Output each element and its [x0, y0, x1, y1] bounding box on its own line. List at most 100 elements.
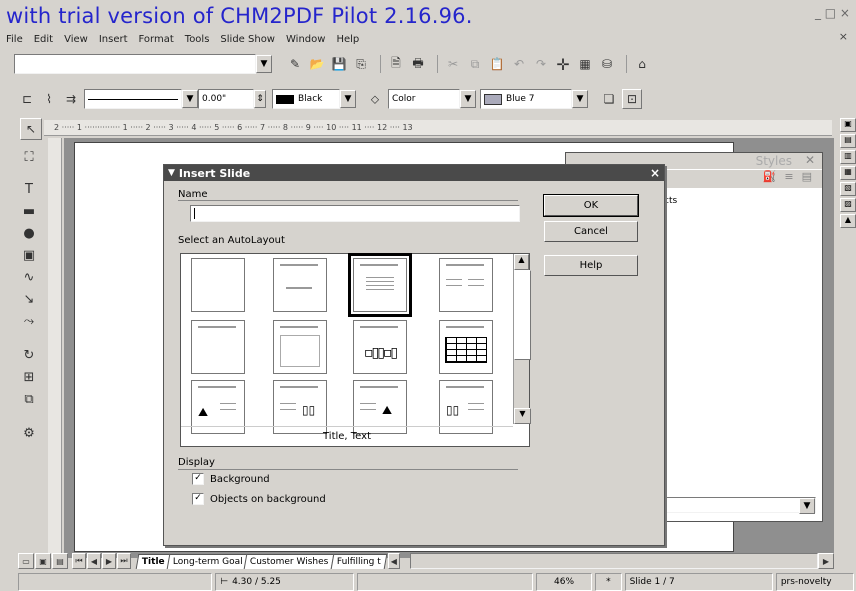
tab-title[interactable]: Title	[135, 553, 172, 569]
layout-title-table[interactable]	[439, 320, 493, 374]
layout-title-only[interactable]	[273, 258, 327, 312]
3d-object-tool-icon[interactable]: ▣	[18, 244, 40, 266]
drawing-view-icon[interactable]: ▭	[18, 553, 34, 569]
zoom-tool-icon[interactable]: ⛶	[18, 146, 40, 168]
area-color-select[interactable]: Blue 7	[480, 89, 572, 109]
menu-file[interactable]: File	[6, 34, 23, 45]
scroll-up-icon[interactable]: ▲	[514, 254, 529, 270]
line-width-input[interactable]: 0.00"	[198, 89, 254, 109]
background-checkbox[interactable]: ✓	[192, 473, 204, 485]
dialog-close-icon[interactable]: ×	[650, 166, 660, 180]
menu-view[interactable]: View	[64, 34, 88, 45]
tab-customer-wishes[interactable]: Customer Wishes	[244, 553, 336, 569]
slides-view-icon[interactable]: ▥	[840, 150, 856, 164]
curve-tool-icon[interactable]: ∿	[18, 266, 40, 288]
dialog-menu-icon[interactable]: ▼	[168, 168, 175, 178]
scroll-up-icon[interactable]: ▲	[840, 214, 856, 228]
help-button[interactable]: Help	[544, 255, 638, 276]
layout-title-object[interactable]	[273, 320, 327, 374]
line-style-select[interactable]	[84, 89, 182, 109]
update-style-icon[interactable]: ▤	[802, 170, 812, 188]
transform-icon[interactable]: ⊡	[622, 89, 642, 109]
style-filter-select[interactable]: ▼	[656, 497, 816, 514]
layer-view-icon[interactable]: ▤	[52, 553, 68, 569]
alignment-tool-icon[interactable]: ⊞	[18, 366, 40, 388]
copy-icon[interactable]: ⧉	[466, 55, 484, 73]
status-zoom[interactable]: 46%	[536, 573, 593, 591]
line-color-dropdown-icon[interactable]: ▼	[340, 90, 356, 108]
fill-format-icon[interactable]: ⛽	[763, 170, 777, 188]
name-input[interactable]	[190, 205, 520, 222]
dialog-titlebar[interactable]: ▼ Insert Slide ×	[164, 165, 664, 181]
view-icon[interactable]: ▣	[840, 118, 856, 132]
document-close-icon[interactable]: ×	[839, 30, 848, 43]
vertical-ruler[interactable]	[48, 138, 62, 558]
line-ends-icon[interactable]: ⇉	[62, 90, 80, 108]
next-tab-icon[interactable]: ▶	[102, 553, 116, 569]
horizontal-scrollbar[interactable]	[409, 553, 818, 569]
master-view-icon[interactable]: ▣	[35, 553, 51, 569]
window-controls[interactable]: _ □ ×	[815, 6, 850, 20]
outline-view-icon[interactable]: ▤	[840, 134, 856, 148]
select-icon[interactable]: ↖	[20, 118, 42, 140]
line-style-dropdown-icon[interactable]: ▼	[182, 90, 198, 108]
cut-icon[interactable]: ✂	[444, 55, 462, 73]
insert-tool-icon[interactable]: ⚙	[18, 422, 40, 444]
scrollbar-thumb[interactable]	[514, 270, 531, 360]
area-style-dropdown-icon[interactable]: ▼	[460, 90, 476, 108]
data-sources-icon[interactable]: ⛁	[598, 55, 616, 73]
menu-format[interactable]: Format	[139, 34, 174, 45]
first-tab-icon[interactable]: ⏮	[72, 553, 86, 569]
undo-icon[interactable]: ↶	[510, 55, 528, 73]
cancel-button[interactable]: Cancel	[544, 221, 638, 242]
layout-title-2-text[interactable]	[439, 258, 493, 312]
notes-view-icon[interactable]: ▦	[840, 166, 856, 180]
handout-view-icon[interactable]: ▧	[840, 182, 856, 196]
shadow-icon[interactable]: ❏	[600, 90, 618, 108]
menu-help[interactable]: Help	[336, 34, 359, 45]
open-folder-icon[interactable]: 📂	[308, 55, 326, 73]
rectangle-tool-icon[interactable]: ▬	[18, 200, 40, 222]
line-style-icon[interactable]: ⌇	[40, 90, 58, 108]
ok-button[interactable]: OK	[543, 194, 639, 217]
print-preview-icon[interactable]: 🗎	[387, 55, 405, 73]
draw-mode-icon[interactable]: ⊏	[18, 90, 36, 108]
print-icon[interactable]: 🖶	[409, 55, 427, 73]
ellipse-tool-icon[interactable]: ●	[18, 222, 40, 244]
url-combobox[interactable]	[14, 54, 256, 74]
redo-icon[interactable]: ↷	[532, 55, 550, 73]
export-pdf-icon[interactable]: ⎘	[352, 55, 370, 73]
new-style-icon[interactable]: ≡	[784, 170, 793, 188]
navigator-icon[interactable]: ✛	[554, 55, 572, 74]
layout-blank[interactable]	[191, 258, 245, 312]
menu-insert[interactable]: Insert	[99, 34, 128, 45]
menu-slide-show[interactable]: Slide Show	[220, 34, 275, 45]
edit-file-icon[interactable]: ✎	[286, 55, 304, 73]
connector-tool-icon[interactable]: ⤳	[18, 310, 40, 332]
menu-edit[interactable]: Edit	[34, 34, 53, 45]
rotate-tool-icon[interactable]: ↻	[18, 344, 40, 366]
area-fill-icon[interactable]: ⬦	[366, 90, 384, 108]
tab-scroll-icon[interactable]: ◀	[387, 553, 400, 569]
layout-title-blank[interactable]	[191, 320, 245, 374]
prev-tab-icon[interactable]: ◀	[87, 553, 101, 569]
scroll-right-icon[interactable]: ▶	[818, 553, 834, 569]
slideshow-view-icon[interactable]: ▨	[840, 198, 856, 212]
arrange-tool-icon[interactable]: ⧉	[18, 388, 40, 410]
last-tab-icon[interactable]: ⏭	[117, 553, 131, 569]
line-tool-icon[interactable]: ↘	[18, 288, 40, 310]
layout-title-chart[interactable]: ▫▯▯▫▯	[353, 320, 407, 374]
area-color-dropdown-icon[interactable]: ▼	[572, 90, 588, 108]
background-checkbox-row[interactable]: ✓ Background	[192, 473, 270, 485]
text-tool-icon[interactable]: T	[18, 178, 40, 200]
area-style-select[interactable]: Color	[388, 89, 460, 109]
url-dropdown-icon[interactable]: ▼	[256, 55, 272, 73]
layout-title-text[interactable]	[348, 253, 412, 317]
autolayout-grid[interactable]: ▫▯▯▫▯ ⛰ ▯▯ ⛰ ▯▯ ▲ ▼ Title, Text	[180, 253, 531, 447]
line-color-select[interactable]: Black	[272, 89, 340, 109]
objects-checkbox-row[interactable]: ✓ Objects on background	[192, 493, 326, 505]
gallery-icon[interactable]: ▦	[576, 55, 594, 73]
scroll-down-icon[interactable]: ▼	[514, 408, 531, 424]
layout-scrollbar[interactable]: ▲ ▼	[513, 254, 531, 424]
tab-fulfilling[interactable]: Fulfilling t	[330, 553, 388, 569]
